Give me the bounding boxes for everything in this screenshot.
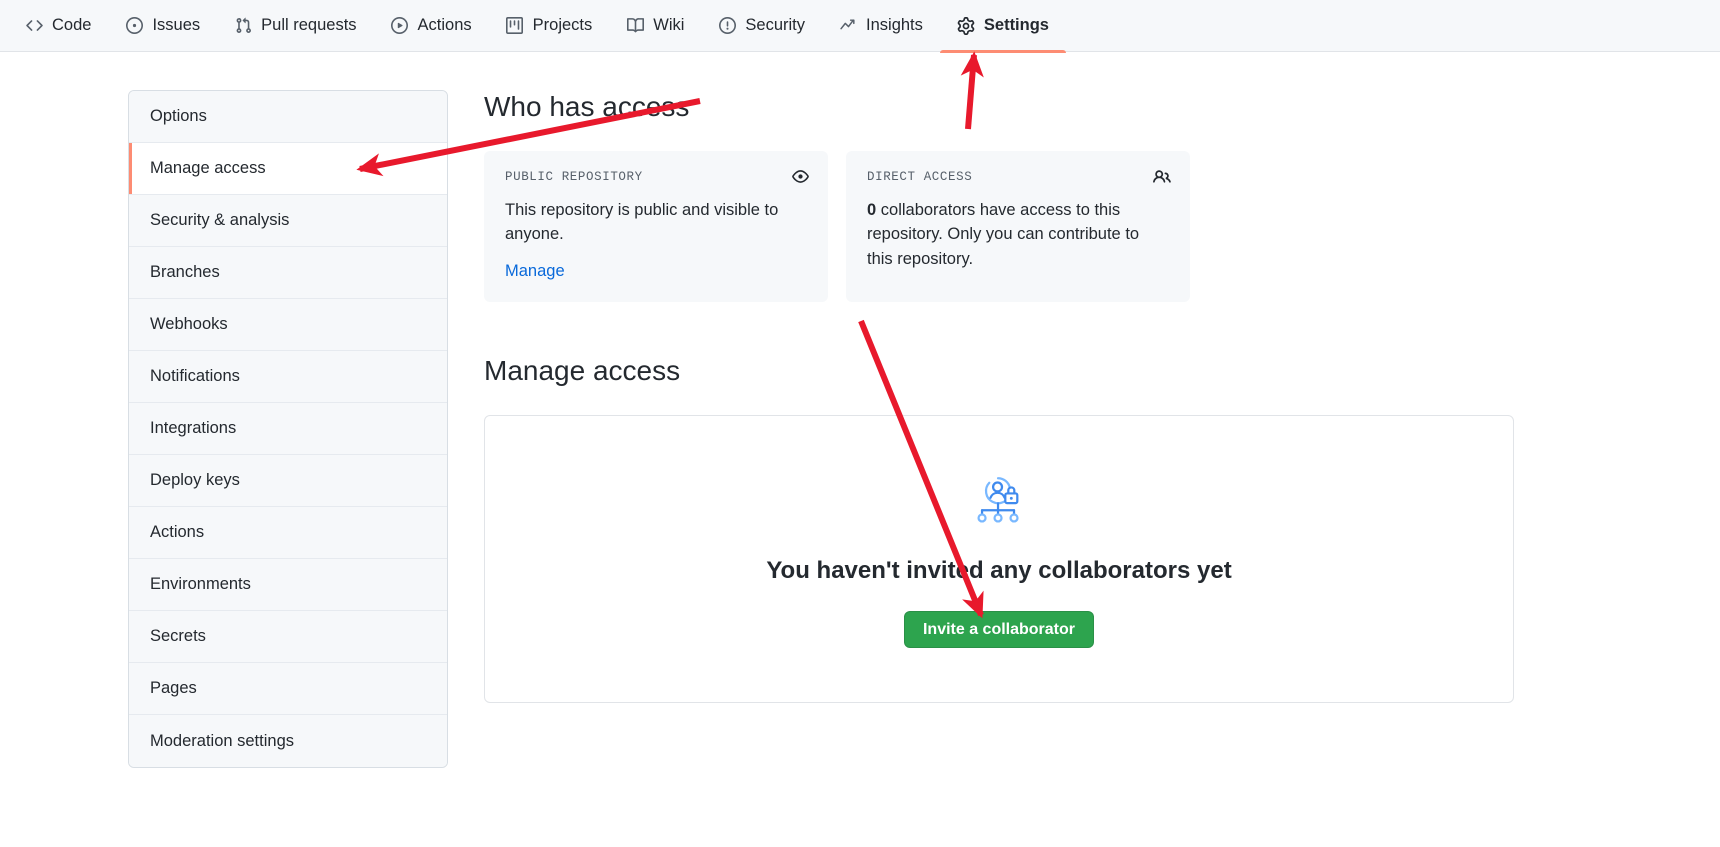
eye-icon <box>790 167 810 187</box>
nav-item-actions[interactable]: Actions <box>374 0 489 52</box>
people-icon <box>1152 167 1172 187</box>
direct-access-description: 0 collaborators have access to this repo… <box>867 198 1169 272</box>
page-body: Options Manage access Security & analysi… <box>0 52 1720 847</box>
nav-item-label: Actions <box>417 16 472 34</box>
sidebar-item-environments[interactable]: Environments <box>129 559 447 611</box>
repo-nav: Code Issues Pull requests Actions Projec… <box>0 0 1720 53</box>
manage-access-title: Manage access <box>484 355 681 387</box>
nav-item-security[interactable]: Security <box>701 0 822 52</box>
collaborators-empty-state: You haven't invited any collaborators ye… <box>484 414 1514 703</box>
nav-item-label: Issues <box>152 16 201 34</box>
sidebar-item-deploy-keys[interactable]: Deploy keys <box>129 455 447 507</box>
access-cards-row: PUBLIC REPOSITORY This repository is pub… <box>484 150 1544 303</box>
sidebar-item-label: Environments <box>150 575 251 593</box>
sidebar-item-label: Manage access <box>150 159 266 177</box>
nav-item-issues[interactable]: Issues <box>108 0 217 52</box>
collaborator-count: 0 <box>867 200 877 219</box>
sidebar-item-manage-access[interactable]: Manage access <box>129 143 447 195</box>
manage-visibility-link[interactable]: Manage <box>505 262 565 281</box>
public-repository-label: PUBLIC REPOSITORY <box>505 169 643 184</box>
sidebar-item-moderation-settings[interactable]: Moderation settings <box>129 715 447 767</box>
sidebar-item-branches[interactable]: Branches <box>129 247 447 299</box>
direct-access-description-rest: collaborators have access to this reposi… <box>867 200 1140 269</box>
nav-item-label: Security <box>745 16 806 34</box>
settings-main: Who has access PUBLIC REPOSITORY This re… <box>484 90 1544 703</box>
page-root: Code Issues Pull requests Actions Projec… <box>0 0 1720 847</box>
sidebar-item-security-analysis[interactable]: Security & analysis <box>129 195 447 247</box>
sidebar-item-label: Security & analysis <box>150 211 290 229</box>
direct-access-label: DIRECT ACCESS <box>867 169 973 184</box>
public-repository-description: This repository is public and visible to… <box>505 200 779 244</box>
sidebar-item-notifications[interactable]: Notifications <box>129 351 447 403</box>
code-icon <box>25 17 43 35</box>
sidebar-item-actions[interactable]: Actions <box>129 507 447 559</box>
gear-icon <box>957 16 975 35</box>
nav-item-label: Projects <box>532 16 593 34</box>
play-icon <box>391 17 409 35</box>
sidebar-item-label: Branches <box>150 263 220 281</box>
sidebar-item-secrets[interactable]: Secrets <box>129 611 447 663</box>
empty-state-heading: You haven't invited any collaborators ye… <box>766 556 1232 584</box>
nav-item-label: Pull requests <box>261 16 357 34</box>
sidebar-item-label: Moderation settings <box>150 731 294 750</box>
sidebar-item-label: Options <box>150 107 207 125</box>
sidebar-item-label: Notifications <box>150 367 240 385</box>
nav-item-wiki[interactable]: Wiki <box>609 0 701 52</box>
sidebar-item-label: Secrets <box>150 627 206 645</box>
public-repository-card: PUBLIC REPOSITORY This repository is pub… <box>484 150 828 303</box>
sidebar-item-label: Deploy keys <box>150 471 240 489</box>
sidebar-item-pages[interactable]: Pages <box>129 663 447 715</box>
project-icon <box>506 17 524 35</box>
nav-item-label: Wiki <box>653 16 685 34</box>
git-pull-request-icon <box>234 17 252 35</box>
sidebar-item-label: Actions <box>150 523 205 541</box>
collaborators-lock-icon <box>968 470 1030 537</box>
graph-icon <box>839 17 857 35</box>
sidebar-item-options[interactable]: Options <box>129 91 447 143</box>
book-icon <box>626 17 644 35</box>
settings-sidebar: Options Manage access Security & analysi… <box>128 90 448 768</box>
who-has-access-title: Who has access <box>484 91 690 122</box>
sidebar-item-integrations[interactable]: Integrations <box>129 403 447 455</box>
nav-item-settings[interactable]: Settings <box>939 0 1067 53</box>
nav-item-label: Insights <box>866 16 923 34</box>
sidebar-item-label: Pages <box>150 679 197 697</box>
nav-item-label: Settings <box>983 16 1049 34</box>
sidebar-item-webhooks[interactable]: Webhooks <box>129 299 447 351</box>
shield-icon <box>718 17 736 35</box>
issue-opened-icon <box>125 17 143 35</box>
nav-item-projects[interactable]: Projects <box>489 0 610 52</box>
sidebar-item-label: Integrations <box>150 419 237 437</box>
invite-collaborator-button[interactable]: Invite a collaborator <box>903 610 1095 648</box>
nav-item-pull-requests[interactable]: Pull requests <box>217 0 373 52</box>
nav-item-code[interactable]: Code <box>8 0 108 52</box>
sidebar-item-label: Webhooks <box>150 315 228 333</box>
nav-item-insights[interactable]: Insights <box>822 0 940 52</box>
nav-item-label: Code <box>52 16 92 34</box>
direct-access-card: DIRECT ACCESS 0 collaborators have acces… <box>846 150 1190 303</box>
